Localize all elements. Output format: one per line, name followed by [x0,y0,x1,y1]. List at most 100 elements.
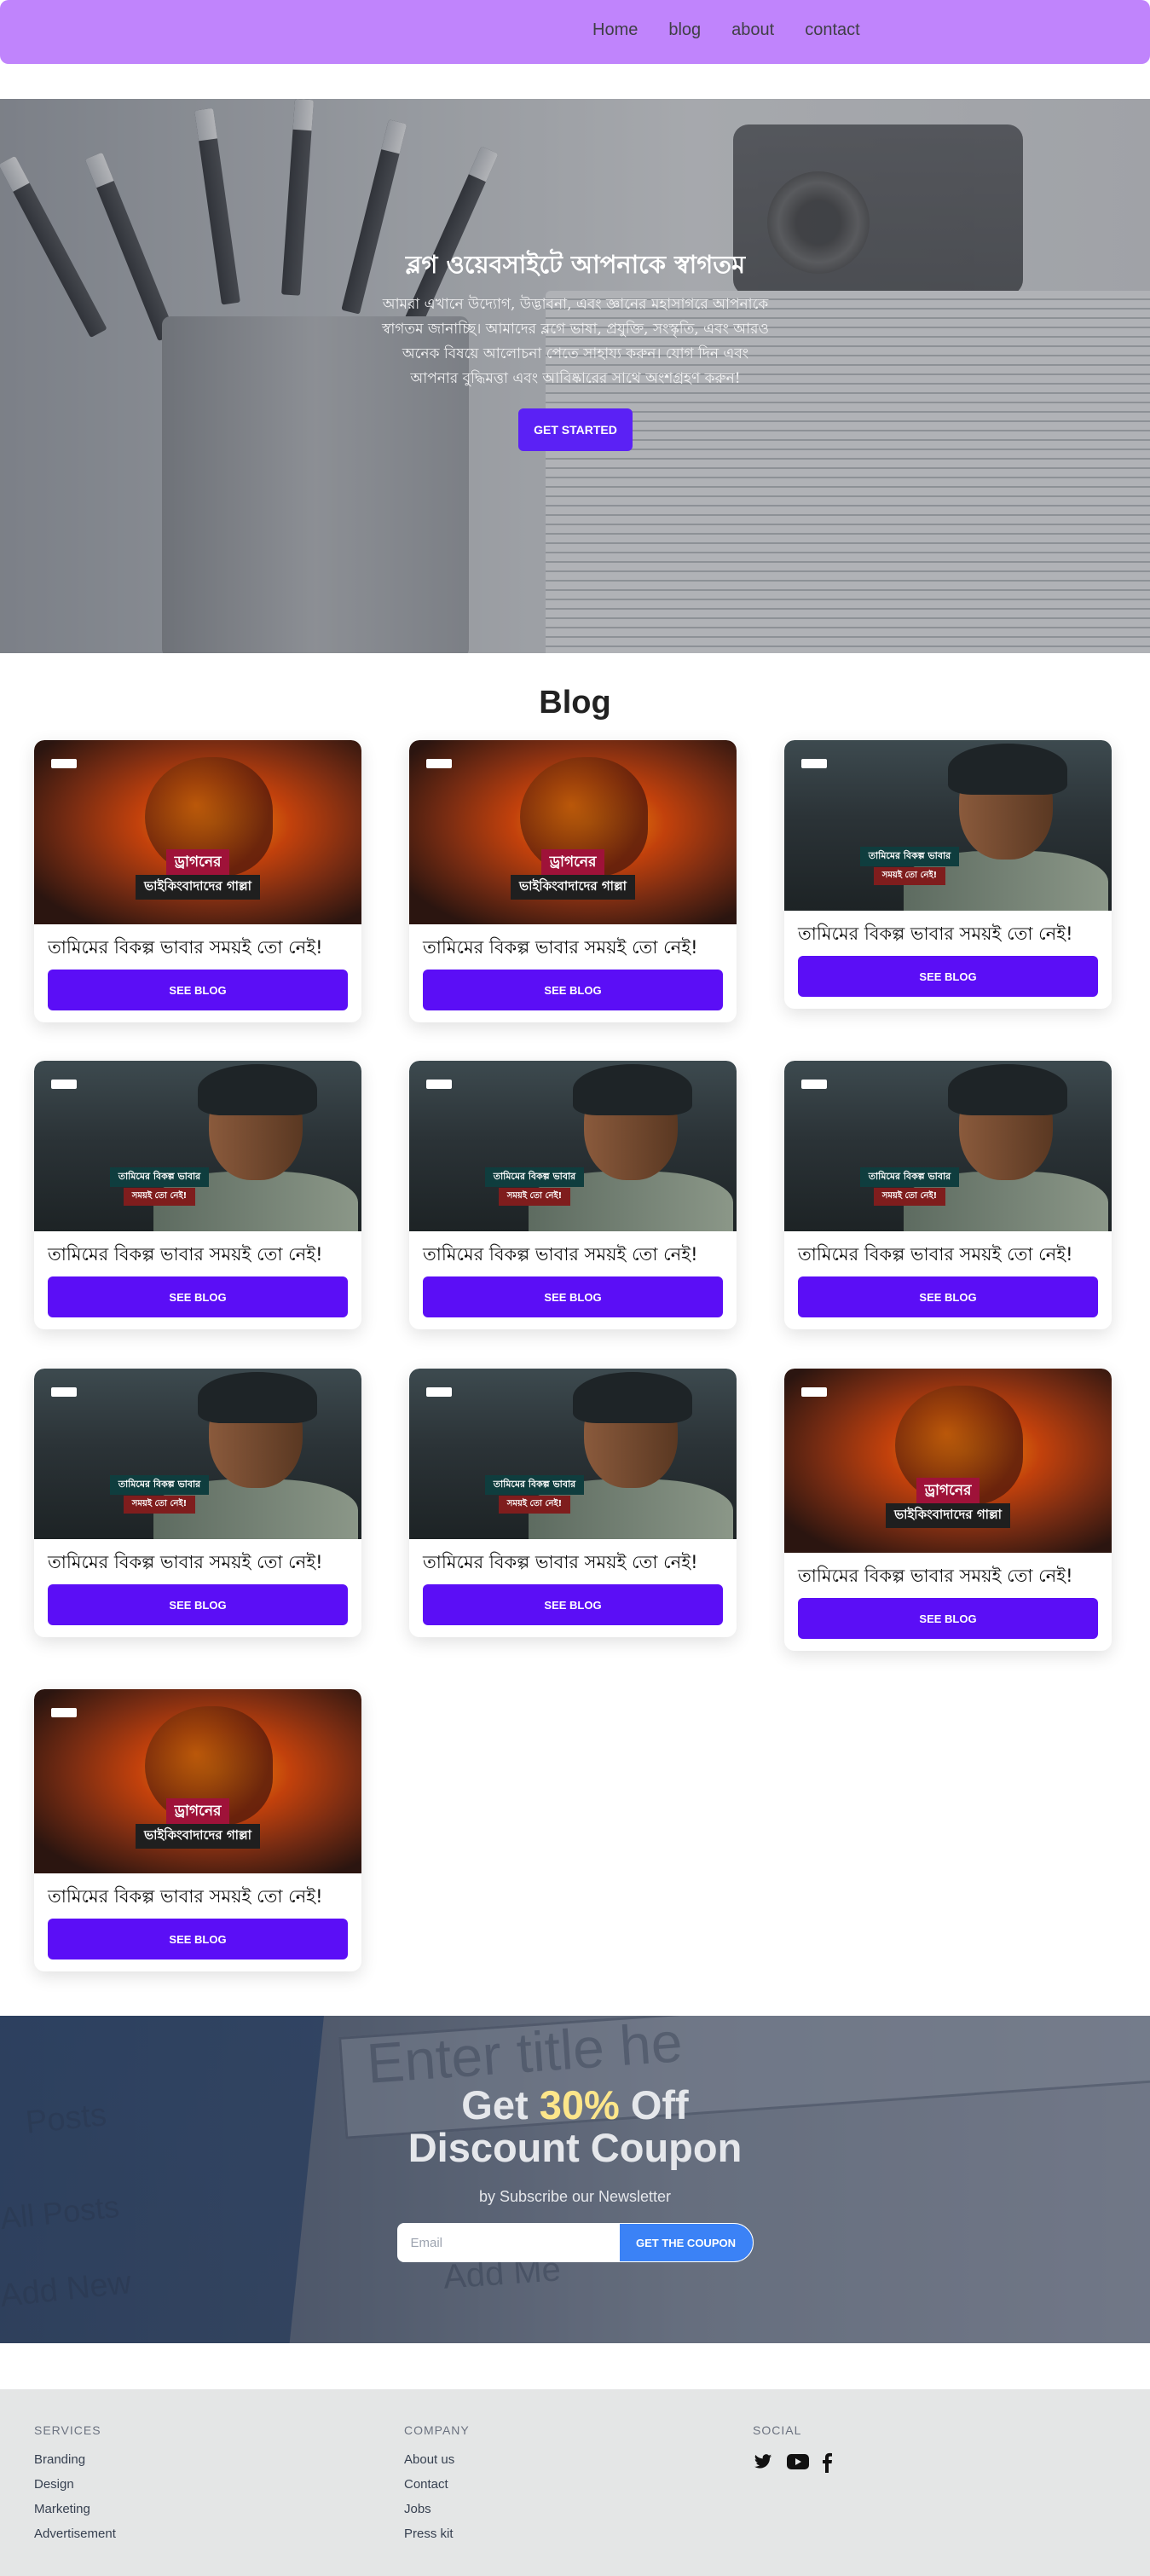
see-blog-button[interactable]: SEE BLOG [798,1276,1098,1317]
image-caption: সময়ই তো নেই! [123,1496,196,1514]
image-caption: তামিমের বিকল্প ভাবার [859,1167,960,1187]
image-caption: তামিমের বিকল্প ভাবার [109,1475,210,1495]
blog-card-image: ড্রাগনের ভাইকিংবাদাদের গাল্লা [34,1689,361,1873]
blog-card-title: তামিমের বিকল্প ভাবার সময়ই তো নেই! [423,1552,698,1572]
footer-link-design[interactable]: Design [34,2477,116,2492]
coupon-content: Get 30% Off Discount Coupon by Subscribe… [0,2084,1150,2262]
twitter-icon[interactable] [753,2452,775,2473]
blog-card-image: তামিমের বিকল্প ভাবার সময়ই তো নেই! [784,1061,1112,1231]
hero-title: ব্লগ ওয়েবসাইটে আপনাকে স্বাগতম [405,250,746,279]
blog-card-image: তামিমের বিকল্প ভাবার সময়ই তো নেই! [34,1061,361,1231]
blog-card-body: তামিমের বিকল্প ভাবার সময়ই তো নেই! SEE BL… [34,1231,361,1329]
footer-link-about-us[interactable]: About us [404,2452,470,2467]
hero-description: আমরা এখানে উদ্যোগ, উদ্ভাবনা, এবং জ্ঞানের… [382,296,769,387]
image-caption: সময়ই তো নেই! [498,1188,571,1206]
blog-card-image: ড্রাগনের ভাইকিংবাদাদের গাল্লা [784,1369,1112,1553]
image-caption: সময়ই তো নেই! [498,1496,571,1514]
blog-card-body: তামিমের বিকল্প ভাবার সময়ই তো নেই! SEE BL… [784,1231,1112,1329]
social-icons [753,2452,843,2473]
blog-card-title: তামিমের বিকল্প ভাবার সময়ই তো নেই! [48,937,323,958]
blog-card-title: তামিমের বিকল্প ভাবার সময়ই তো নেই! [48,1244,323,1265]
blog-card: ড্রাগনের ভাইকিংবাদাদের গাল্লা তামিমের বিকল… [34,1689,361,1971]
see-blog-button[interactable]: SEE BLOG [798,1598,1098,1639]
blog-card: ড্রাগনের ভাইকিংবাদাদের গাল্লা তামিমের বিকল… [409,740,737,1022]
coupon-section: Enter title he Posts All Posts Add New A… [0,2016,1150,2343]
see-blog-button[interactable]: SEE BLOG [48,1584,348,1625]
blog-card-image: তামিমের বিকল্প ভাবার সময়ই তো নেই! [34,1369,361,1539]
coupon-subtitle: by Subscribe our Newsletter [478,2188,672,2205]
see-blog-button[interactable]: SEE BLOG [423,1584,723,1625]
image-caption: তামিমের বিকল্প ভাবার [484,1167,585,1187]
nav-link-home[interactable]: Home [592,20,638,40]
blog-card: ড্রাগনের ভাইকিংবাদাদের গাল্লা তামিমের বিকল… [784,1369,1112,1651]
blog-card-image: তামিমের বিকল্প ভাবার সময়ই তো নেই! [409,1061,737,1231]
blog-card-title: তামিমের বিকল্প ভাবার সময়ই তো নেই! [798,1566,1073,1586]
page: Home blog about contact ব্লগ ওয়েবসাইটে … [0,0,1150,2576]
get-coupon-button[interactable]: GET THE COUPON [618,2223,754,2262]
footer-heading-company: COMPANY [404,2423,470,2437]
footer-heading-social: SOCIAL [753,2423,802,2437]
nav-link-blog[interactable]: blog [668,20,701,40]
see-blog-button[interactable]: SEE BLOG [48,1919,348,1959]
coupon-title-post: Off [619,2082,689,2127]
footer-link-contact[interactable]: Contact [404,2477,470,2492]
blog-card-image: তামিমের বিকল্প ভাবার সময়ই তো নেই! [409,1369,737,1539]
image-caption: ভাইকিংবাদাদের গাল্লা [510,875,636,900]
image-caption: তামিমের বিকল্প ভাবার [484,1475,585,1495]
blog-card-image: ড্রাগনের ভাইকিংবাদাদের গাল্লা [409,740,737,924]
blog-card-body: তামিমের বিকল্প ভাবার সময়ই তো নেই! SEE BL… [409,924,737,1022]
footer-link-jobs[interactable]: Jobs [404,2502,470,2516]
image-caption: ড্রাগনের [916,1478,980,1505]
footer-heading-services: SERVICES [34,2423,101,2437]
top-navbar: Home blog about contact [0,0,1150,64]
nav-links: Home blog about contact [592,20,891,40]
get-started-button[interactable]: GET STARTED [518,408,633,451]
footer-link-marketing[interactable]: Marketing [34,2502,116,2516]
blog-card-title: তামিমের বিকল্প ভাবার সময়ই তো নেই! [48,1886,323,1907]
blog-card: তামিমের বিকল্প ভাবার সময়ই তো নেই! তামিমের… [784,1061,1112,1329]
nav-link-about[interactable]: about [731,20,774,40]
blog-card-title: তামিমের বিকল্প ভাবার সময়ই তো নেই! [423,1244,698,1265]
footer-link-branding[interactable]: Branding [34,2452,116,2467]
youtube-icon[interactable] [787,2452,809,2473]
blog-card: তামিমের বিকল্প ভাবার সময়ই তো নেই! তামিমের… [409,1369,737,1637]
blog-card-title: তামিমের বিকল্প ভাবার সময়ই তো নেই! [423,937,698,958]
facebook-icon[interactable] [821,2452,843,2473]
blog-card-title: তামিমের বিকল্প ভাবার সময়ই তো নেই! [798,923,1073,944]
image-caption: ড্রাগনের [165,849,230,877]
image-caption: তামিমের বিকল্প ভাবার [109,1167,210,1187]
coupon-title-line2: Discount Coupon [407,2125,743,2170]
blog-card: তামিমের বিকল্প ভাবার সময়ই তো নেই! তামিমের… [409,1061,737,1329]
image-caption: সময়ই তো নেই! [873,1188,946,1206]
blog-card: তামিমের বিকল্প ভাবার সময়ই তো নেই! তামিমের… [784,740,1112,1009]
image-caption: ভাইকিংবাদাদের গাল্লা [885,1503,1011,1528]
blog-card: ড্রাগনের ভাইকিংবাদাদের গাল্লা তামিমের বিকল… [34,740,361,1022]
image-caption: ড্রাগনের [540,849,605,877]
nav-link-contact[interactable]: contact [805,20,859,40]
image-caption: সময়ই তো নেই! [123,1188,196,1206]
blog-heading: Blog [539,685,611,721]
image-caption: তামিমের বিকল্প ভাবার [859,847,960,866]
blog-card-body: তামিমের বিকল্প ভাবার সময়ই তো নেই! SEE BL… [409,1539,737,1637]
footer: SERVICES Branding Design Marketing Adver… [0,2389,1150,2576]
email-input[interactable] [396,2223,619,2262]
footer-link-press-kit[interactable]: Press kit [404,2527,470,2541]
see-blog-button[interactable]: SEE BLOG [48,970,348,1010]
see-blog-button[interactable]: SEE BLOG [423,1276,723,1317]
blog-card-body: তামিমের বিকল্প ভাবার সময়ই তো নেই! SEE BL… [34,1539,361,1637]
blog-card-body: তামিমের বিকল্প ভাবার সময়ই তো নেই! SEE BL… [34,1873,361,1971]
blog-card-title: তামিমের বিকল্প ভাবার সময়ই তো নেই! [798,1244,1073,1265]
coupon-title: Get 30% Off Discount Coupon [0,2084,1150,2169]
blog-card-image: তামিমের বিকল্প ভাবার সময়ই তো নেই! [784,740,1112,911]
footer-social: SOCIAL [753,2423,843,2473]
hero-section: ব্লগ ওয়েবসাইটে আপনাকে স্বাগতম আমরা এখান… [0,99,1150,653]
see-blog-button[interactable]: SEE BLOG [798,956,1098,997]
blog-card-body: তামিমের বিকল্প ভাবার সময়ই তো নেই! SEE BL… [784,1553,1112,1651]
blog-card-image: ড্রাগনের ভাইকিংবাদাদের গাল্লা [34,740,361,924]
see-blog-button[interactable]: SEE BLOG [423,970,723,1010]
image-caption: সময়ই তো নেই! [873,867,946,885]
footer-link-advertisement[interactable]: Advertisement [34,2527,116,2541]
see-blog-button[interactable]: SEE BLOG [48,1276,348,1317]
coupon-form: GET THE COUPON [396,2223,754,2262]
footer-services: SERVICES Branding Design Marketing Adver… [34,2423,116,2551]
